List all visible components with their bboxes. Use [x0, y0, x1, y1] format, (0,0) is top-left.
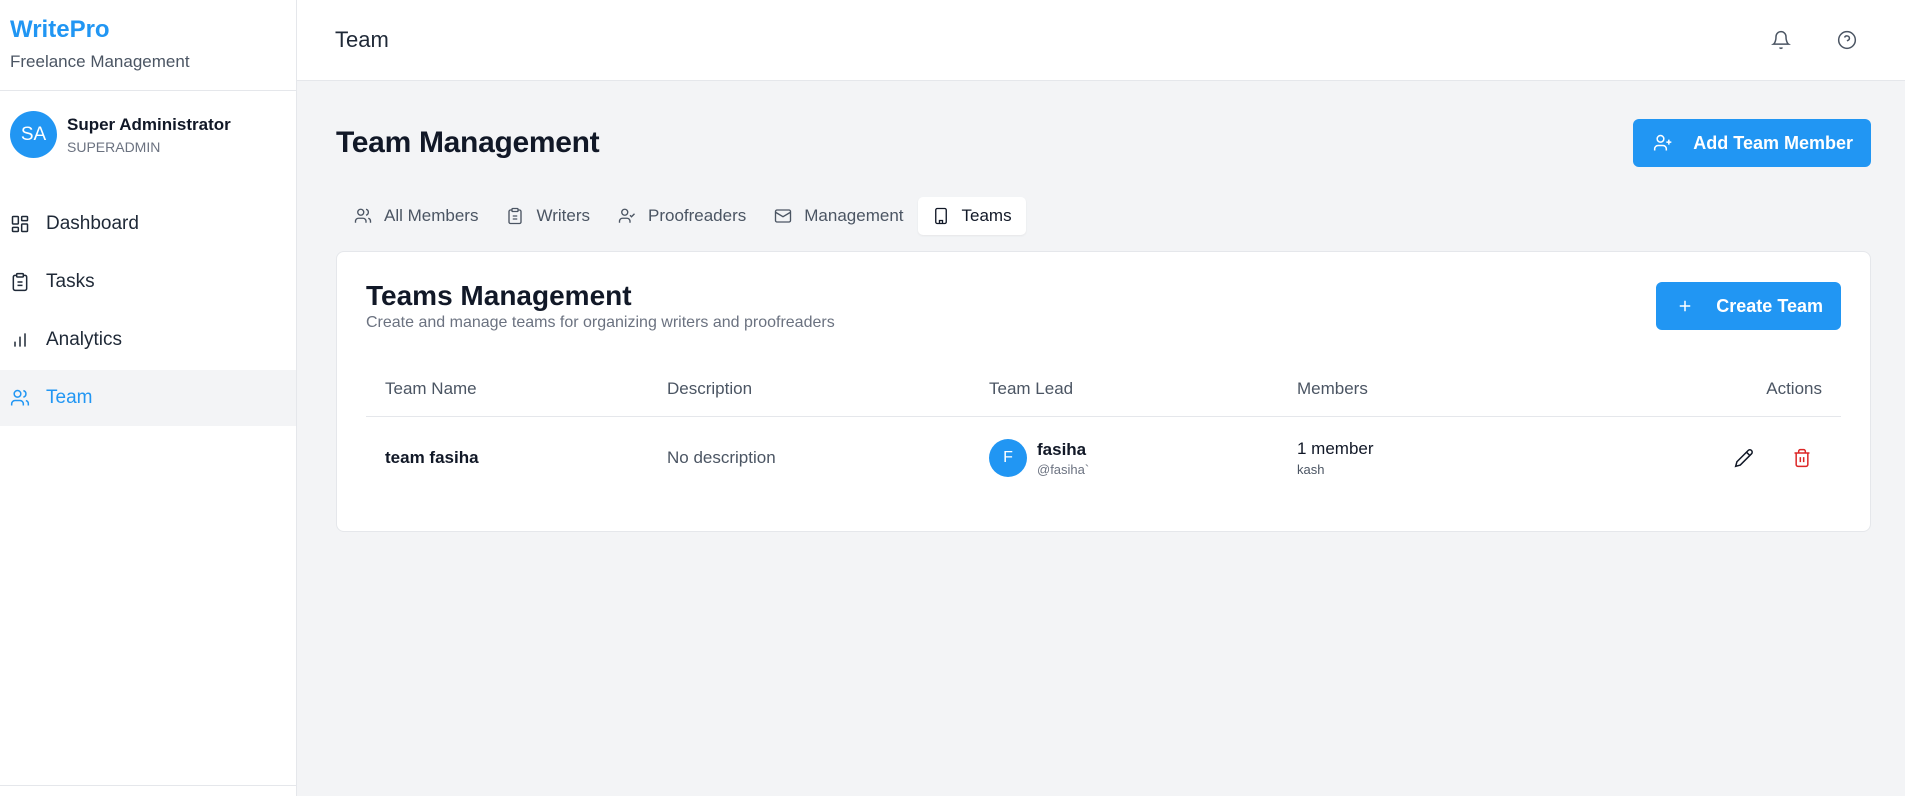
- member-tabs: All Members Writers Proofreaders Managem…: [336, 195, 1030, 237]
- sidebar: WritePro Freelance Management SA Super A…: [0, 0, 297, 796]
- building-icon: [934, 207, 947, 225]
- table-row: team fasiha No description F fasiha @fas…: [366, 416, 1841, 500]
- sidebar-nav: Dashboard Tasks Analytics Team: [0, 196, 296, 426]
- plus-icon: [1680, 300, 1691, 312]
- table-header-row: Team Name Description Team Lead Members …: [366, 362, 1841, 417]
- team-description-cell: No description: [667, 448, 776, 468]
- create-team-button[interactable]: Create Team: [1656, 282, 1841, 330]
- user-plus-icon: [1654, 134, 1672, 151]
- page-title: Team Management: [336, 126, 600, 159]
- clipboard-icon: [12, 272, 28, 292]
- bell-icon: [1771, 30, 1791, 50]
- sidebar-item-tasks[interactable]: Tasks: [0, 254, 296, 310]
- column-header-description: Description: [648, 362, 970, 417]
- layout-grid-icon: [11, 215, 29, 233]
- pencil-icon: [1734, 449, 1753, 468]
- create-team-label: Create Team: [1716, 295, 1823, 316]
- sidebar-divider: [0, 785, 297, 786]
- tab-label: Teams: [961, 206, 1012, 225]
- user-role: SUPERADMIN: [67, 138, 161, 155]
- team-members-cell: 1 member kash: [1278, 416, 1535, 500]
- tab-teams[interactable]: Teams: [917, 197, 1026, 235]
- bar-chart-icon: [14, 333, 26, 347]
- tab-label: Proofreaders: [647, 206, 747, 225]
- team-lead-name: fasiha: [1037, 439, 1087, 459]
- user-name: Super Administrator: [67, 114, 231, 134]
- column-header-actions: Actions: [1535, 362, 1841, 417]
- card-title: Teams Management: [366, 280, 632, 311]
- sidebar-item-dashboard[interactable]: Dashboard: [0, 196, 296, 252]
- tab-writers[interactable]: Writers: [492, 197, 604, 235]
- add-team-member-label: Add Team Member: [1693, 132, 1853, 153]
- members-list: kash: [1297, 462, 1325, 478]
- sidebar-item-label: Dashboard: [46, 213, 139, 234]
- tab-label: Management: [804, 206, 904, 225]
- team-name-cell: team fasiha: [385, 448, 479, 468]
- sidebar-item-analytics[interactable]: Analytics: [0, 312, 296, 368]
- members-count: 1 member: [1297, 439, 1374, 459]
- add-team-member-button[interactable]: Add Team Member: [1633, 119, 1871, 167]
- card-subtitle: Create and manage teams for organizing w…: [366, 314, 835, 331]
- brand-subtitle: Freelance Management: [10, 52, 190, 71]
- tab-label: Writers: [536, 206, 590, 225]
- brand-title[interactable]: WritePro: [10, 16, 286, 44]
- delete-team-button[interactable]: [1782, 438, 1822, 478]
- team-lead-handle: @fasiha`: [1037, 461, 1090, 477]
- help-circle-icon: [1837, 30, 1857, 50]
- column-header-team-name: Team Name: [366, 362, 648, 417]
- sidebar-item-team[interactable]: Team: [0, 370, 296, 426]
- team-lead-cell: F fasiha @fasiha`: [970, 416, 1278, 500]
- user-check-icon: [618, 208, 635, 223]
- column-header-team-lead: Team Lead: [970, 362, 1278, 417]
- users-icon: [354, 208, 372, 223]
- avatar: F: [989, 439, 1027, 478]
- user-profile: SA Super Administrator SUPERADMIN: [0, 91, 296, 178]
- sidebar-item-label: Team: [46, 387, 93, 408]
- tab-management[interactable]: Management: [760, 197, 917, 235]
- mail-icon: [775, 209, 792, 223]
- help-button[interactable]: [1827, 20, 1867, 60]
- team-actions-cell: [1535, 416, 1841, 500]
- trash-icon: [1794, 449, 1810, 468]
- tab-label: All Members: [384, 206, 479, 225]
- topbar: Team: [297, 0, 1905, 81]
- clipboard-icon: [508, 207, 523, 225]
- notifications-button[interactable]: [1761, 20, 1801, 60]
- sidebar-item-label: Tasks: [46, 271, 95, 292]
- brand: WritePro Freelance Management: [0, 0, 296, 91]
- users-icon: [10, 389, 30, 406]
- teams-card: Teams Management Create and manage teams…: [336, 251, 1871, 532]
- topbar-title: Team: [335, 27, 389, 52]
- sidebar-item-label: Analytics: [46, 329, 123, 350]
- tab-all-members[interactable]: All Members: [340, 197, 492, 235]
- edit-team-button[interactable]: [1724, 438, 1764, 478]
- page-header: Team Management Add Team Member: [336, 119, 1871, 167]
- column-header-members: Members: [1278, 362, 1536, 417]
- avatar: SA: [10, 111, 57, 158]
- main-content: Team Management Add Team Member All Memb…: [336, 81, 1871, 532]
- teams-table: Team Name Description Team Lead Members …: [366, 362, 1841, 500]
- tab-proofreaders[interactable]: Proofreaders: [604, 197, 760, 235]
